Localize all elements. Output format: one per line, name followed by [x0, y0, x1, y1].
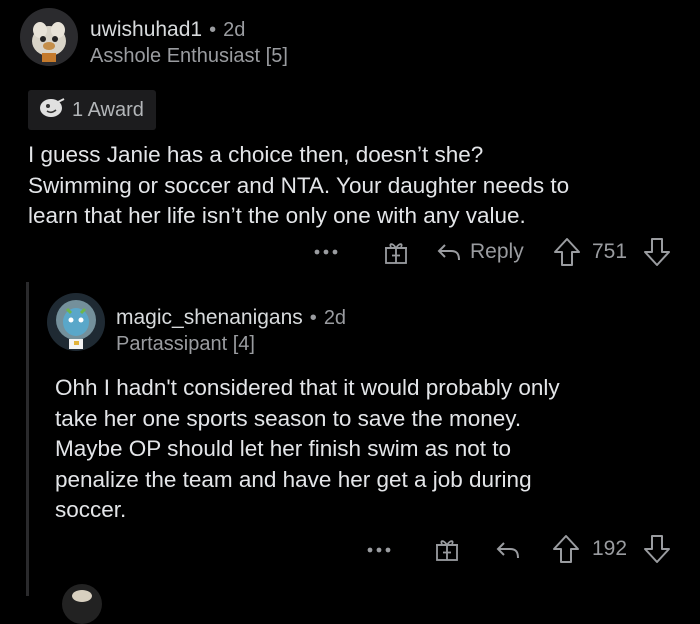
- give-award-icon: [385, 243, 407, 264]
- comment-body-line: learn that her life isn’t the only one w…: [28, 203, 526, 228]
- thread-line[interactable]: [26, 282, 29, 596]
- reply-meta: magic_shenanigans • 2d: [116, 306, 346, 330]
- comment-username[interactable]: uwishuhad1: [90, 18, 202, 42]
- comment-avatar[interactable]: [20, 8, 78, 66]
- next-comment-avatar[interactable]: [62, 584, 102, 624]
- give-award-button[interactable]: [382, 238, 410, 266]
- more-options-button[interactable]: [366, 538, 392, 562]
- more-options-icon: [314, 249, 338, 255]
- more-options-button[interactable]: [313, 240, 339, 264]
- downvote-arrow-icon: [644, 238, 670, 266]
- reply-body: Ohh I hadn't considered that it would pr…: [55, 373, 695, 526]
- comment-score: 751: [592, 240, 628, 263]
- reply-arrow-icon: [437, 244, 460, 261]
- upvote-arrow-icon: [553, 535, 579, 563]
- give-award-icon: [436, 540, 458, 561]
- give-award-button[interactable]: [433, 535, 461, 563]
- reply-arrow-icon: [496, 542, 519, 559]
- comment-age: 2d: [223, 19, 246, 41]
- upvote-button[interactable]: [553, 237, 581, 267]
- reply-avatar[interactable]: [47, 293, 105, 351]
- downvote-button[interactable]: [643, 534, 671, 564]
- reply-score: 192: [592, 537, 628, 560]
- reply-button[interactable]: Reply: [436, 238, 524, 266]
- upvote-arrow-icon: [554, 238, 580, 266]
- reply-body-line: soccer.: [55, 497, 127, 522]
- separator-dot: •: [309, 307, 317, 329]
- reply-body-line: Maybe OP should let her finish swim as n…: [55, 436, 512, 461]
- comment-body-line: Swimming or soccer and NTA. Your daughte…: [28, 172, 570, 198]
- reply-username[interactable]: magic_shenanigans: [116, 306, 303, 330]
- reply-body-line: take her one sports season to save the m…: [55, 405, 522, 431]
- downvote-button[interactable]: [643, 237, 671, 267]
- comment-body: I guess Janie has a choice then, doesn’t…: [28, 140, 688, 232]
- separator-dot: •: [209, 19, 217, 41]
- comment-flair: Asshole Enthusiast [5]: [90, 45, 288, 67]
- reply-flair: Partassipant [4]: [116, 333, 255, 355]
- comment-meta: uwishuhad1 • 2d: [90, 18, 245, 42]
- award-icon: [38, 96, 66, 124]
- reply-body-line: Ohh I hadn't considered that it would pr…: [55, 375, 560, 400]
- reply-body-line: penalize the team and have her get a job…: [55, 466, 532, 492]
- award-chip[interactable]: 1 Award: [28, 90, 156, 130]
- more-options-icon: [367, 547, 391, 553]
- reply-label: Reply: [470, 240, 524, 263]
- upvote-button[interactable]: [552, 534, 580, 564]
- award-label: 1 Award: [72, 98, 144, 121]
- downvote-arrow-icon: [644, 535, 670, 563]
- reply-button[interactable]: [495, 536, 521, 564]
- reply-age: 2d: [323, 307, 347, 329]
- comment-body-line: I guess Janie has a choice then, doesn’t…: [28, 142, 484, 167]
